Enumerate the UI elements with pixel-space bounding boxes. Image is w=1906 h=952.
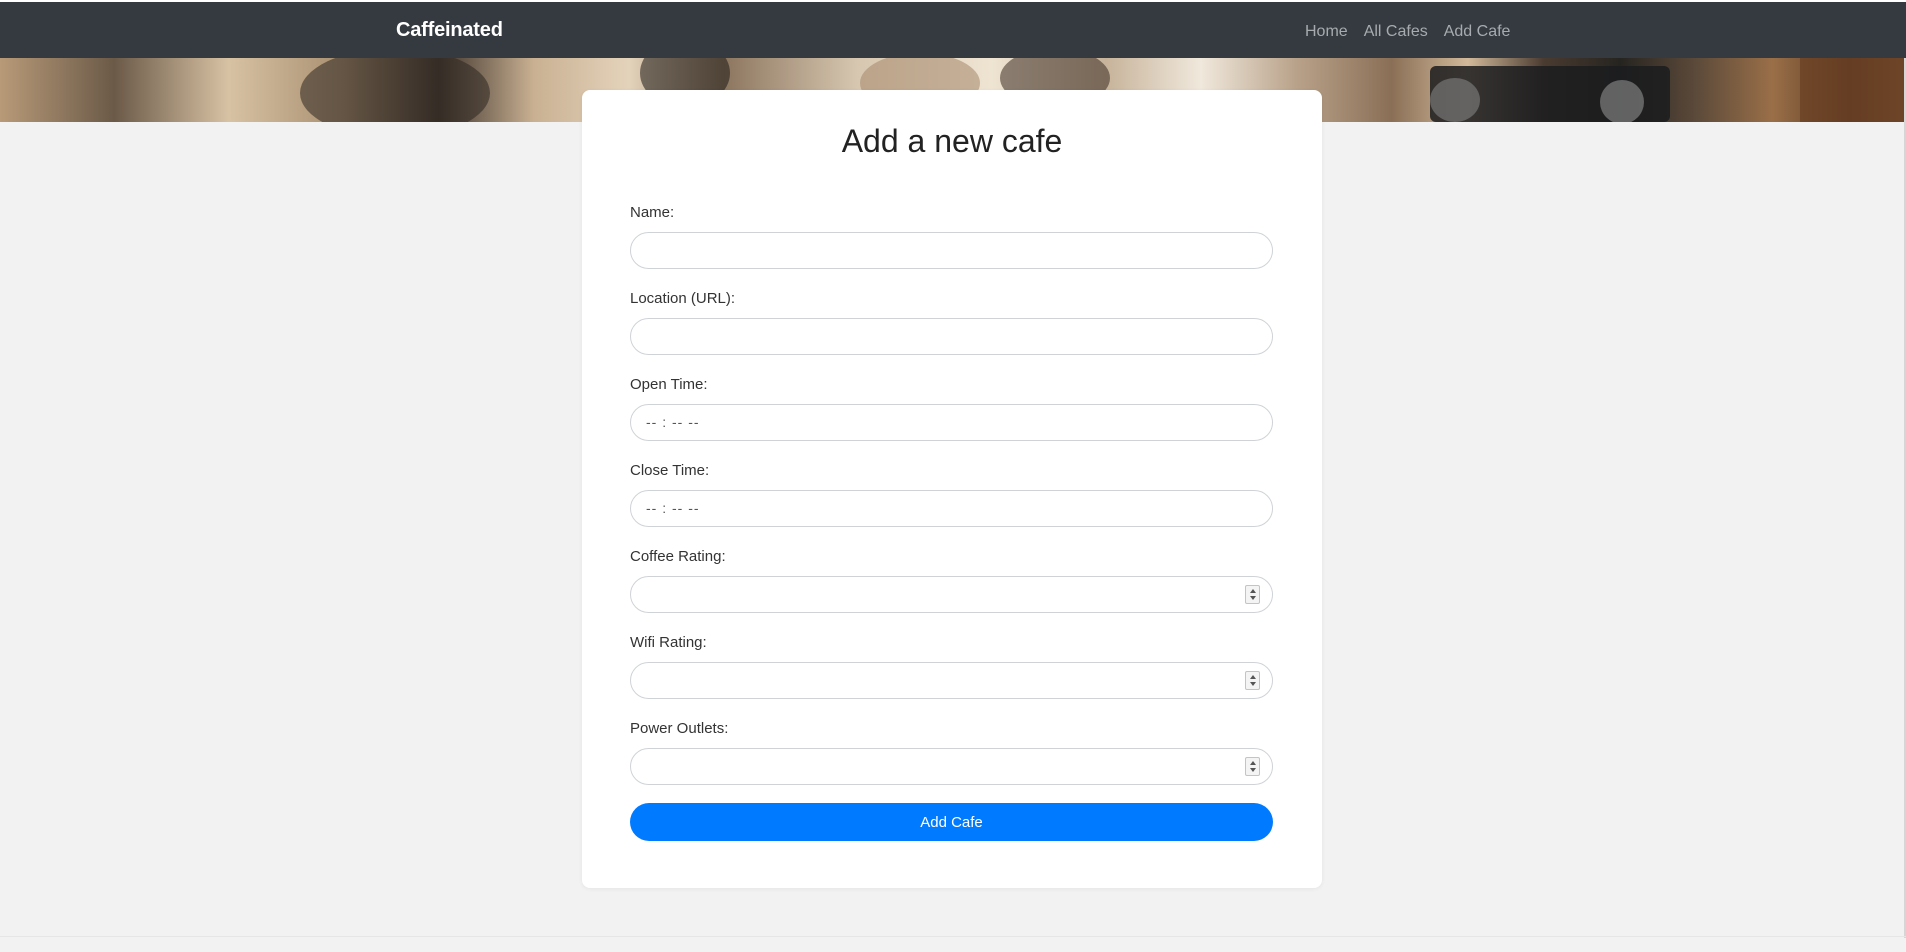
power-outlets-label: Power Outlets: [630, 720, 729, 737]
chevron-up-icon[interactable] [1250, 675, 1256, 679]
chevron-up-icon[interactable] [1250, 589, 1256, 593]
add-cafe-form: Add a new cafe Name: Location (URL): Ope… [582, 90, 1322, 888]
power-outlets-stepper[interactable] [1245, 757, 1260, 776]
nav-link-home[interactable]: Home [1305, 23, 1348, 41]
chevron-down-icon[interactable] [1250, 596, 1256, 600]
wifi-rating-stepper[interactable] [1245, 671, 1260, 690]
coffee-rating-stepper[interactable] [1245, 585, 1260, 604]
open-time-placeholder: -- : -- -- [646, 414, 700, 430]
form-title: Add a new cafe [841, 123, 1063, 159]
open-time-input[interactable]: -- : -- -- [630, 404, 1273, 441]
close-time-placeholder: -- : -- -- [646, 500, 700, 516]
coffee-rating-input[interactable] [630, 576, 1273, 613]
brand-logo[interactable]: Caffeinated [396, 19, 503, 42]
chevron-down-icon[interactable] [1250, 768, 1256, 772]
navbar: Caffeinated Home All Cafes Add Cafe [0, 2, 1906, 58]
nav-links: Home All Cafes Add Cafe [1305, 23, 1510, 41]
location-url-input[interactable] [630, 318, 1273, 355]
close-time-label: Close Time: [630, 462, 710, 479]
name-label: Name: [630, 204, 675, 221]
nav-link-all-cafes[interactable]: All Cafes [1364, 23, 1428, 41]
add-cafe-submit-button[interactable]: Add Cafe [630, 803, 1273, 841]
name-input[interactable] [630, 232, 1273, 269]
nav-link-add-cafe[interactable]: Add Cafe [1444, 23, 1511, 41]
close-time-input[interactable]: -- : -- -- [630, 490, 1273, 527]
open-time-label: Open Time: [630, 376, 708, 393]
footer-divider [0, 936, 1906, 937]
chevron-up-icon[interactable] [1250, 761, 1256, 765]
chevron-down-icon[interactable] [1250, 682, 1256, 686]
coffee-rating-label: Coffee Rating: [630, 548, 726, 565]
location-label: Location (URL): [630, 290, 736, 307]
wifi-rating-label: Wifi Rating: [630, 634, 707, 651]
wifi-rating-input[interactable] [630, 662, 1273, 699]
power-outlets-input[interactable] [630, 748, 1273, 785]
